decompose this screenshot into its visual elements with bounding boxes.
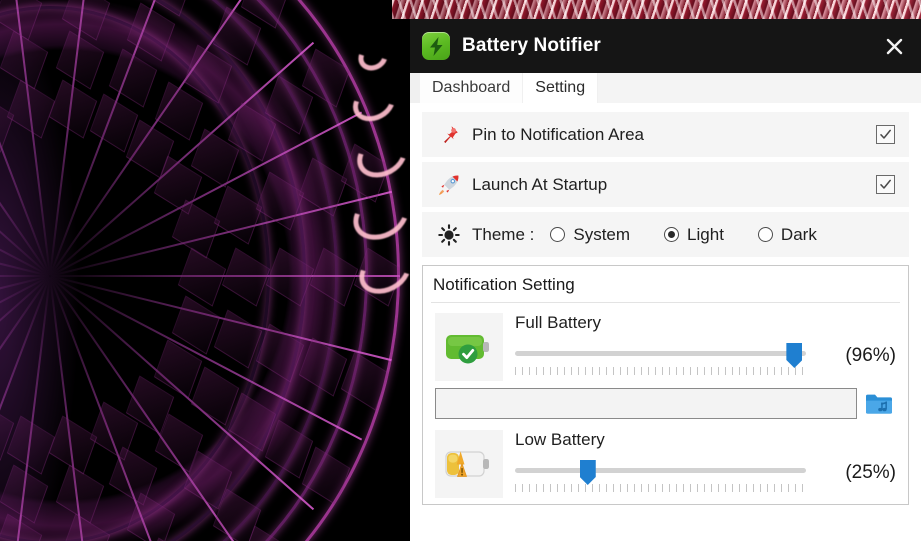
settings-content: Pin to Notification Area Launch At Start… — [410, 104, 921, 541]
full-battery-block: Full Battery (96%) — [435, 303, 896, 381]
battery-low-warning-icon — [435, 430, 503, 498]
wallpaper-spokes — [0, 0, 400, 541]
wallpaper-panel — [6, 79, 55, 139]
setting-row-pin-to-notification-area[interactable]: Pin to Notification Area — [422, 112, 909, 157]
tab-setting[interactable]: Setting — [523, 73, 598, 103]
tab-setting-label: Setting — [535, 79, 586, 96]
wallpaper-spoke — [0, 275, 51, 441]
full-battery-slider-ticks — [515, 367, 806, 375]
full-battery-slider[interactable] — [515, 343, 806, 381]
checkbox-pin-to-notification-area[interactable] — [876, 125, 895, 144]
wallpaper-arc — [345, 182, 417, 250]
full-battery-slider-row: (96%) — [515, 343, 896, 381]
wallpaper-arc — [353, 38, 393, 76]
low-battery-slider-handle[interactable] — [579, 460, 596, 485]
wallpaper-panel — [213, 185, 263, 245]
radio-theme-dark[interactable]: Dark — [757, 224, 817, 245]
radio-theme-system[interactable]: System — [550, 225, 630, 245]
radio-theme-light[interactable]: Light — [664, 225, 724, 245]
setting-row-launch-at-startup[interactable]: Launch At Startup — [422, 162, 909, 207]
notification-setting-group: Notification Setting Full Battery (96%) … — [422, 265, 909, 505]
wallpaper-panel — [265, 247, 315, 307]
notification-group-title: Notification Setting — [431, 272, 900, 303]
sound-file-input[interactable] — [435, 388, 857, 419]
radio-system-indicator — [550, 227, 566, 242]
wallpaper-arc — [351, 241, 419, 303]
low-battery-slider-track — [515, 468, 806, 473]
rocket-icon — [438, 174, 468, 196]
wallpaper-panel — [221, 247, 271, 307]
tab-dashboard[interactable]: Dashboard — [420, 73, 523, 103]
wallpaper-panel — [0, 30, 49, 90]
wallpaper-arc — [349, 126, 415, 186]
tab-strip-filler — [598, 73, 921, 103]
wallpaper-panel — [0, 0, 43, 41]
wallpaper-panel — [154, 81, 204, 141]
wallpaper-neon-arcs — [345, 26, 419, 326]
wallpaper-panel — [302, 446, 351, 506]
low-battery-title: Low Battery — [515, 430, 605, 449]
wallpaper-panel — [55, 464, 104, 524]
wallpaper-panel — [309, 247, 359, 307]
wallpaper-panel — [298, 157, 347, 217]
wallpaper-panel — [256, 323, 305, 383]
tab-strip: Dashboard Setting — [410, 73, 921, 104]
radio-dark-label: Dark — [780, 224, 817, 244]
low-battery-slider[interactable] — [515, 460, 806, 498]
full-battery-slider-track — [515, 351, 806, 356]
wallpaper-arc — [346, 77, 402, 129]
full-battery-controls: Full Battery (96%) — [515, 313, 896, 381]
wallpaper-top-strip-overlay — [392, 0, 921, 19]
radio-light-indicator — [664, 227, 680, 242]
theme-label: Theme : — [472, 224, 535, 244]
full-battery-title: Full Battery — [515, 313, 601, 332]
full-battery-percent-label: (96%) — [845, 345, 896, 366]
radio-light-label: Light — [687, 224, 724, 244]
full-battery-slider-handle[interactable] — [786, 343, 803, 368]
low-battery-percent-label: (25%) — [845, 462, 896, 483]
window-titlebar: Battery Notifier — [410, 19, 921, 73]
full-battery-sound-row — [435, 387, 896, 420]
battery-full-check-icon — [435, 313, 503, 381]
brightness-sun-icon — [438, 223, 468, 246]
pushpin-icon — [438, 124, 468, 146]
low-battery-controls: Low Battery (25%) — [515, 430, 896, 498]
wallpaper-panel — [49, 415, 98, 475]
close-icon[interactable] — [867, 19, 921, 73]
theme-radio-group: System Light Dark — [550, 225, 895, 245]
radio-system-label: System — [573, 224, 631, 244]
radio-dark-indicator — [757, 227, 773, 242]
window-title: Battery Notifier — [462, 35, 601, 56]
music-folder-icon[interactable] — [862, 387, 896, 420]
setting-label-launch: Launch At Startup — [472, 174, 608, 194]
wallpaper-panel — [340, 351, 389, 411]
battery-bolt-icon — [422, 32, 450, 60]
battery-notifier-window: Battery Notifier Dashboard Setting Pin t… — [410, 19, 921, 541]
low-battery-slider-row: (25%) — [515, 460, 896, 498]
low-battery-slider-ticks — [515, 484, 806, 492]
setting-label-pin: Pin to Notification Area — [472, 124, 644, 144]
low-battery-block: Low Battery (25%) — [435, 420, 896, 498]
tab-dashboard-label: Dashboard — [432, 79, 511, 96]
checkbox-launch-at-startup[interactable] — [876, 175, 895, 194]
setting-row-theme: Theme : System Light Dark — [422, 212, 909, 257]
